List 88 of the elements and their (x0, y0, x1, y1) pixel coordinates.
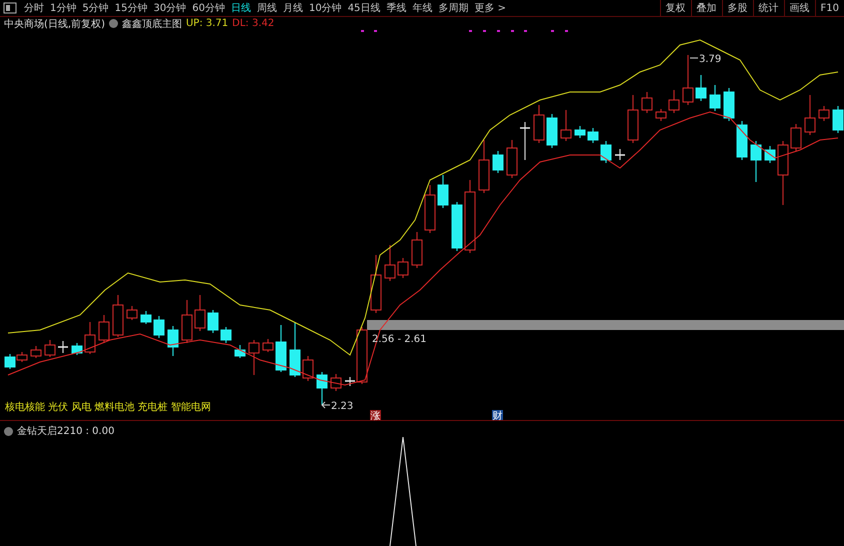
candlestick (438, 174, 448, 208)
candlestick (302, 356, 314, 382)
period-tab[interactable]: 分时 (21, 1, 47, 15)
period-tab[interactable]: 60分钟 (189, 1, 228, 15)
period-tab[interactable]: 45日线 (344, 1, 384, 15)
period-tab[interactable]: 日线 (228, 1, 254, 15)
concept-tags: 核电核能 光伏 风电 燃料电池 充电桩 智能电网 (5, 402, 211, 413)
candlestick (30, 346, 42, 358)
candlestick (682, 54, 694, 106)
candlestick (778, 140, 788, 206)
candlestick (764, 146, 776, 164)
indicator-toggle-icon[interactable] (4, 426, 13, 436)
candlestick (534, 104, 544, 144)
period-tab[interactable]: 30分钟 (150, 1, 190, 15)
candlestick (492, 150, 504, 174)
candlestick (112, 294, 124, 338)
candlestick (370, 254, 382, 314)
indicator-name: 鑫鑫顶底主图 (122, 18, 182, 30)
candlestick (345, 376, 355, 386)
candlestick (832, 106, 844, 134)
candlestick (452, 202, 462, 252)
candlestick (84, 322, 96, 354)
indicator-value: DL: 3.42 (232, 18, 274, 29)
candlestick (384, 244, 396, 282)
candlestick (560, 110, 572, 142)
period-tab[interactable]: 15分钟 (112, 1, 150, 15)
candlestick (615, 148, 625, 160)
high-price-label: 3.79 (699, 54, 722, 65)
candlestick (656, 108, 666, 122)
period-tab[interactable]: 季线 (383, 1, 410, 15)
candlestick (600, 140, 612, 164)
candlestick (208, 310, 218, 334)
period-tab[interactable]: 更多 > (471, 1, 509, 15)
candlestick (290, 322, 300, 378)
candlestick (574, 126, 586, 138)
candlestick (316, 372, 328, 406)
candlestick (140, 310, 152, 324)
candlestick (818, 106, 830, 122)
candlestick (168, 326, 178, 356)
candlestick (506, 140, 518, 178)
candlestick (126, 306, 138, 320)
candlestick (194, 294, 206, 332)
period-tab[interactable]: 10分钟 (306, 1, 345, 15)
candlestick (356, 326, 368, 384)
low-marker-arrow (321, 402, 330, 408)
candlestick (234, 344, 246, 358)
candlestick (750, 140, 762, 182)
indicator-toggle-icon[interactable] (108, 19, 118, 28)
candlestick (424, 184, 436, 234)
indicator-value: UP: 3.71 (186, 18, 228, 29)
candlestick (668, 90, 680, 114)
stock-title: 中央商场(日线,前复权) (4, 18, 105, 30)
candlestick (588, 128, 598, 144)
candlestick (58, 340, 68, 354)
event-badge[interactable]: 涨 (370, 410, 381, 420)
candlestick (276, 324, 286, 372)
candlestick (262, 338, 274, 352)
candlestick (220, 326, 232, 344)
candlestick (412, 232, 422, 268)
panel-toggle-icon[interactable] (3, 2, 17, 14)
candlestick (520, 122, 530, 160)
event-badge[interactable]: 财 (492, 410, 503, 420)
candlestick (804, 94, 816, 136)
lower-indicator-title: 金钻天启2210 : 0.00 (17, 424, 114, 438)
period-tab[interactable]: 多周期 (435, 1, 472, 15)
candlestick (736, 120, 748, 160)
period-tab[interactable]: 5分钟 (79, 1, 112, 15)
candlestick (44, 340, 56, 358)
candlestick (248, 340, 260, 376)
candlestick (398, 258, 408, 278)
candlestick (696, 74, 706, 102)
candlestick (72, 342, 82, 356)
candlestick (478, 140, 490, 194)
period-tab[interactable]: 1分钟 (47, 1, 80, 15)
period-tab[interactable]: 年线 (409, 1, 436, 15)
period-tab[interactable]: 周线 (254, 1, 280, 15)
candlestick (154, 316, 164, 338)
candlestick (642, 92, 652, 114)
candlestick (330, 374, 342, 392)
candlestick (182, 300, 192, 344)
candlestick (98, 314, 110, 344)
candlestick (546, 114, 558, 148)
candlestick (628, 94, 638, 144)
candlestick (790, 124, 802, 152)
candlestick (724, 88, 734, 122)
candlestick (710, 84, 720, 112)
period-tab[interactable]: 月线 (280, 1, 306, 15)
low-price-label: 2.23 (331, 401, 354, 412)
